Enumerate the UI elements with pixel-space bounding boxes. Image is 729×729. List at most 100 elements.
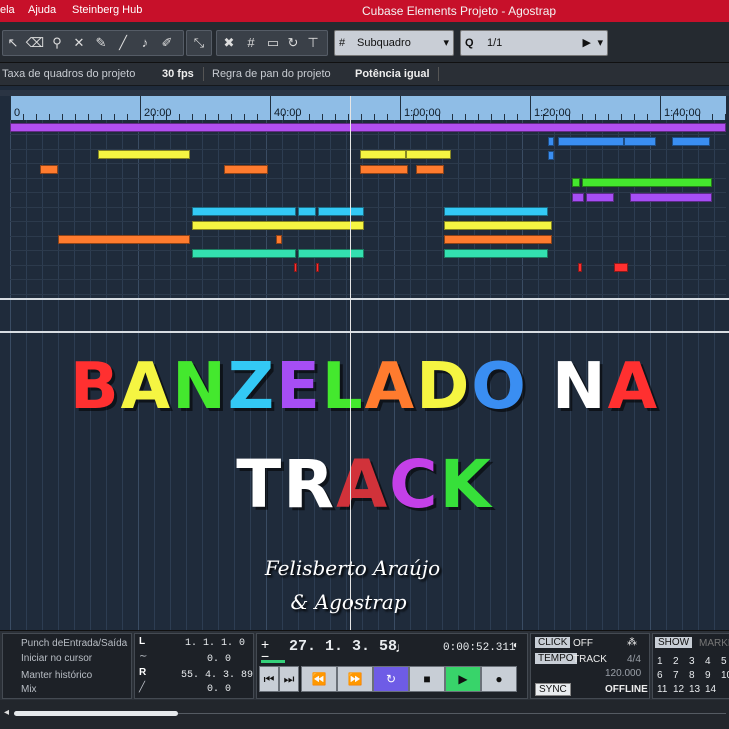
event-clip[interactable]: [40, 165, 58, 174]
pencil-icon[interactable]: ✎: [91, 33, 111, 53]
event-clip[interactable]: [294, 263, 297, 272]
project-cursor[interactable]: [350, 96, 351, 708]
quantize-dropdown[interactable]: Q 1/1 ▶ ▾: [460, 30, 608, 56]
object-selection-icon[interactable]: ↖: [3, 33, 23, 53]
marker-button[interactable]: 11: [657, 684, 667, 695]
event-clip[interactable]: [360, 150, 406, 159]
time-display-icon[interactable]: ◐: [513, 640, 519, 651]
sync-button[interactable]: SYNC: [535, 683, 571, 696]
left-locator-value[interactable]: 1. 1. 1. 0: [185, 638, 245, 649]
event-clip[interactable]: [58, 235, 190, 244]
rewind-button[interactable]: ⏪: [301, 666, 337, 692]
left-offset-value[interactable]: 0. 0: [207, 654, 231, 665]
click-button[interactable]: CLICK: [535, 637, 571, 648]
event-clip[interactable]: [582, 178, 712, 187]
menu-item-help[interactable]: Ajuda: [28, 4, 56, 16]
event-clip[interactable]: [444, 207, 548, 216]
grid-icon[interactable]: #: [241, 33, 261, 53]
color-icon[interactable]: ✐: [157, 33, 177, 53]
event-clip[interactable]: [416, 165, 444, 174]
marker-button[interactable]: 7: [673, 670, 679, 681]
event-clip[interactable]: [298, 249, 364, 258]
event-clip[interactable]: [316, 263, 319, 272]
event-clip[interactable]: [192, 249, 296, 258]
right-locator-value[interactable]: 55. 4. 3. 89: [181, 670, 253, 681]
time-signature[interactable]: 4/4: [627, 654, 641, 665]
event-clip[interactable]: [406, 150, 451, 159]
event-clip[interactable]: [224, 165, 268, 174]
goto-start-button[interactable]: ⏮: [259, 666, 279, 692]
event-clip[interactable]: [192, 221, 364, 230]
keep-history-label[interactable]: Manter histórico: [21, 670, 92, 681]
stop-button[interactable]: ■: [409, 666, 445, 692]
event-clip[interactable]: [276, 235, 282, 244]
scroll-left-icon[interactable]: ◂: [4, 707, 9, 718]
play-button[interactable]: ▶: [445, 666, 481, 692]
event-clip[interactable]: [192, 207, 296, 216]
marker-button[interactable]: 3: [689, 656, 695, 667]
horizontal-scrollbar[interactable]: ◂: [0, 700, 729, 729]
event-clip[interactable]: [572, 193, 584, 202]
marker-button[interactable]: 14: [705, 684, 716, 695]
marker-button[interactable]: 6: [657, 670, 663, 681]
cross-icon[interactable]: ✖: [219, 33, 239, 53]
left-locator-icon[interactable]: L: [139, 636, 145, 647]
marker-button[interactable]: 8: [689, 670, 695, 681]
event-clip[interactable]: [572, 178, 580, 187]
event-clip[interactable]: [548, 137, 554, 146]
cycle-button[interactable]: ↻: [373, 666, 409, 692]
event-clip[interactable]: [624, 137, 656, 146]
metronome-icon[interactable]: ⁂: [627, 637, 637, 648]
zoom-icon[interactable]: ⚲: [47, 33, 67, 53]
record-button[interactable]: ●: [481, 666, 517, 692]
punch-label[interactable]: Punch deEntrada/Saída: [21, 638, 127, 649]
event-clip[interactable]: [98, 150, 190, 159]
loop-icon[interactable]: ↻: [283, 33, 303, 53]
position-time[interactable]: 0:00:52.311: [443, 642, 516, 654]
scroll-thumb[interactable]: [14, 711, 178, 716]
mix-label[interactable]: Mix: [21, 684, 37, 695]
event-clip[interactable]: [444, 249, 548, 258]
eraser-icon[interactable]: ⌫: [25, 33, 45, 53]
frame-rate-value[interactable]: 30 fps: [162, 68, 194, 80]
marker-button[interactable]: 13: [689, 684, 700, 695]
nudge-icon[interactable]: ▭: [263, 33, 283, 53]
marker-button[interactable]: 4: [705, 656, 711, 667]
marker-button[interactable]: 5: [721, 656, 727, 667]
marker-button[interactable]: 1: [657, 656, 663, 667]
tempo-value[interactable]: 120.000: [605, 668, 641, 679]
event-clip[interactable]: [444, 235, 552, 244]
event-clip[interactable]: [444, 221, 552, 230]
menu-item-steinberg-hub[interactable]: Steinberg Hub: [72, 4, 142, 16]
event-clip[interactable]: [548, 151, 554, 160]
event-clip[interactable]: [558, 137, 624, 146]
event-clip[interactable]: [630, 193, 712, 202]
event-clip[interactable]: [360, 165, 408, 174]
forward-button[interactable]: ⏩: [337, 666, 373, 692]
show-markers-button[interactable]: SHOW: [655, 637, 693, 648]
marker-button[interactable]: 12: [673, 684, 684, 695]
start-at-cursor-label[interactable]: Iniciar no cursor: [21, 653, 92, 664]
event-clip[interactable]: [10, 123, 726, 132]
event-clip[interactable]: [614, 263, 628, 272]
pan-rule-value[interactable]: Potência igual: [355, 68, 430, 80]
marker-button[interactable]: 9: [705, 670, 711, 681]
speaker-icon[interactable]: ♪: [135, 33, 155, 53]
tempo-button[interactable]: TEMPO: [535, 653, 577, 664]
menu-item-window[interactable]: ela: [0, 4, 15, 16]
right-offset-value[interactable]: 0. 0: [207, 684, 231, 695]
event-clip[interactable]: [298, 207, 316, 216]
event-clip[interactable]: [318, 207, 364, 216]
event-clip[interactable]: [578, 263, 582, 272]
event-clip[interactable]: [586, 193, 614, 202]
event-clip[interactable]: [672, 137, 710, 146]
goto-end-button[interactable]: ⏭: [279, 666, 299, 692]
marker-button[interactable]: 2: [673, 656, 679, 667]
auto-scroll-icon[interactable]: ⤡: [189, 33, 209, 53]
timeline-ruler[interactable]: 0 20:00 40:00 1:00:00 1:20:00 1:40:00: [10, 96, 726, 120]
split-icon[interactable]: ✕: [69, 33, 89, 53]
snap-type-icon[interactable]: ⊤: [303, 33, 323, 53]
snap-mode-dropdown[interactable]: # Subquadro ▾: [334, 30, 454, 56]
position-bars[interactable]: 27. 1. 3. 58: [289, 638, 397, 655]
marker-button[interactable]: 10: [721, 670, 729, 681]
